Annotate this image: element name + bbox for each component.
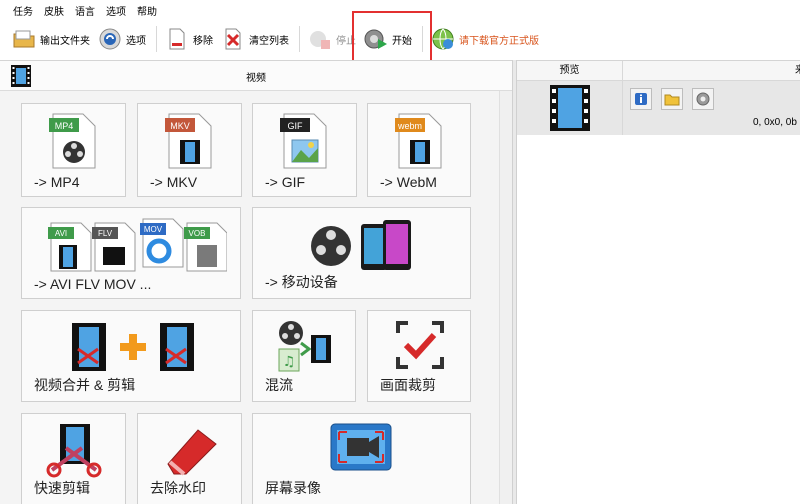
options-button[interactable]: 选项 [98, 25, 146, 53]
video-thumbnail-icon [550, 85, 590, 131]
info-icon [635, 93, 647, 105]
menu-skin[interactable]: 皮肤 [44, 3, 64, 18]
list-header: 预览 来 [517, 61, 800, 81]
stop-icon [310, 31, 330, 49]
app-window: 任务 皮肤 语言 选项 帮助 输出文件夹 选项 移除 清空列表 停止 开始 请下… [0, 0, 800, 504]
tile-label: 视频合并 & 剪辑 [34, 377, 136, 393]
output-folder-button[interactable]: 输出文件夹 [12, 25, 90, 53]
remove-label: 移除 [193, 35, 213, 47]
file-list-panel: 预览 来 [517, 60, 800, 504]
svg-text:VOB: VOB [189, 229, 206, 238]
mkv-file-icon: MKV [165, 113, 212, 169]
gear-icon [696, 92, 710, 106]
panel-header[interactable]: 视频 [0, 61, 512, 91]
download-official-link[interactable]: 请下载官方正式版 [431, 25, 539, 53]
clear-list-icon [225, 28, 241, 50]
quick-cut-icon [46, 424, 102, 478]
mux-icon: ♫ [278, 321, 331, 372]
merge-clip-icon [72, 323, 194, 371]
svg-text:MOV: MOV [144, 225, 163, 234]
tile-label: 画面裁剪 [380, 377, 436, 393]
column-source[interactable]: 来 [795, 61, 800, 81]
tile-mobile-device[interactable]: -> 移动设备 [252, 207, 471, 299]
clear-list-label: 清空列表 [249, 35, 289, 47]
tile-label: -> 移动设备 [265, 274, 338, 290]
tile-crop[interactable]: 画面裁剪 [367, 310, 471, 402]
toolbar-separator [156, 26, 157, 52]
menu-language[interactable]: 语言 [75, 3, 95, 18]
tile-label: -> WebM [380, 174, 437, 190]
svg-text:AVI: AVI [55, 229, 67, 238]
tile-label: 混流 [265, 377, 293, 393]
gif-file-icon: GIF [280, 113, 327, 169]
menu-options[interactable]: 选项 [106, 3, 126, 18]
svg-text:webm: webm [397, 121, 422, 131]
svg-text:♫: ♫ [283, 354, 296, 370]
remove-file-icon [169, 28, 185, 50]
panel-scrollbar[interactable] [499, 91, 512, 504]
mobile-device-icon [311, 220, 411, 270]
settings-button[interactable] [692, 88, 714, 110]
row-preview [517, 81, 623, 135]
options-gear-icon [99, 28, 121, 50]
folder-icon [13, 30, 35, 48]
panel-title: 视频 [246, 73, 266, 84]
tile-mkv[interactable]: MKV -> MKV [137, 103, 242, 197]
tile-mux[interactable]: ♫ 混流 [252, 310, 356, 402]
download-label: 请下载官方正式版 [459, 35, 539, 47]
tile-label: 快速剪辑 [34, 480, 90, 496]
eraser-icon [167, 429, 217, 476]
options-label: 选项 [126, 35, 146, 47]
svg-text:FLV: FLV [98, 229, 113, 238]
tile-label: -> AVI FLV MOV ... [34, 276, 152, 292]
tile-avi-flv-mov[interactable]: AVI FLV MOV VOB -> AVI FLV MOV ... [21, 207, 241, 299]
tile-label: -> MP4 [34, 174, 80, 190]
screen-record-icon [330, 423, 392, 471]
tile-mp4[interactable]: MP4 -> MP4 [21, 103, 126, 197]
menu-task[interactable]: 任务 [13, 3, 33, 18]
folder-icon [664, 94, 680, 106]
tile-quick-cut[interactable]: 快速剪辑 [21, 413, 126, 504]
tile-label: -> GIF [265, 174, 306, 190]
svg-text:MKV: MKV [170, 121, 190, 131]
tile-webm[interactable]: webm -> WebM [367, 103, 471, 197]
video-panel: 视频 MP4 -> MP4 MKV -> MKV GIF -> GIF webm… [0, 60, 512, 504]
list-row[interactable]: 0, 0x0, 0b [517, 81, 800, 135]
output-folder-label: 输出文件夹 [40, 35, 90, 47]
menu-help[interactable]: 帮助 [137, 3, 157, 18]
tile-screen-record[interactable]: 屏幕录像 [252, 413, 471, 504]
stop-button[interactable]: 停止 [308, 25, 356, 53]
toolbar-separator [299, 26, 300, 52]
mp4-file-icon: MP4 [49, 113, 96, 169]
tile-merge-edit[interactable]: 视频合并 & 剪辑 [21, 310, 241, 402]
column-preview[interactable]: 预览 [517, 61, 623, 81]
row-media-info: 0, 0x0, 0b [753, 117, 797, 128]
clear-list-button[interactable]: 清空列表 [221, 25, 289, 53]
tile-label: -> MKV [150, 174, 198, 190]
remove-button[interactable]: 移除 [165, 25, 213, 53]
svg-text:GIF: GIF [288, 121, 304, 131]
crop-check-icon [396, 321, 444, 369]
multi-format-files-icon: AVI FLV MOV VOB [48, 218, 227, 272]
info-button[interactable] [630, 88, 652, 110]
tile-remove-watermark[interactable]: 去除水印 [137, 413, 242, 504]
open-folder-button[interactable] [661, 88, 683, 110]
globe-download-icon [432, 28, 454, 50]
svg-text:MP4: MP4 [55, 121, 74, 131]
tile-gif[interactable]: GIF -> GIF [252, 103, 357, 197]
webm-file-icon: webm [395, 113, 442, 169]
tile-label: 屏幕录像 [265, 480, 321, 496]
tile-label: 去除水印 [150, 480, 206, 496]
